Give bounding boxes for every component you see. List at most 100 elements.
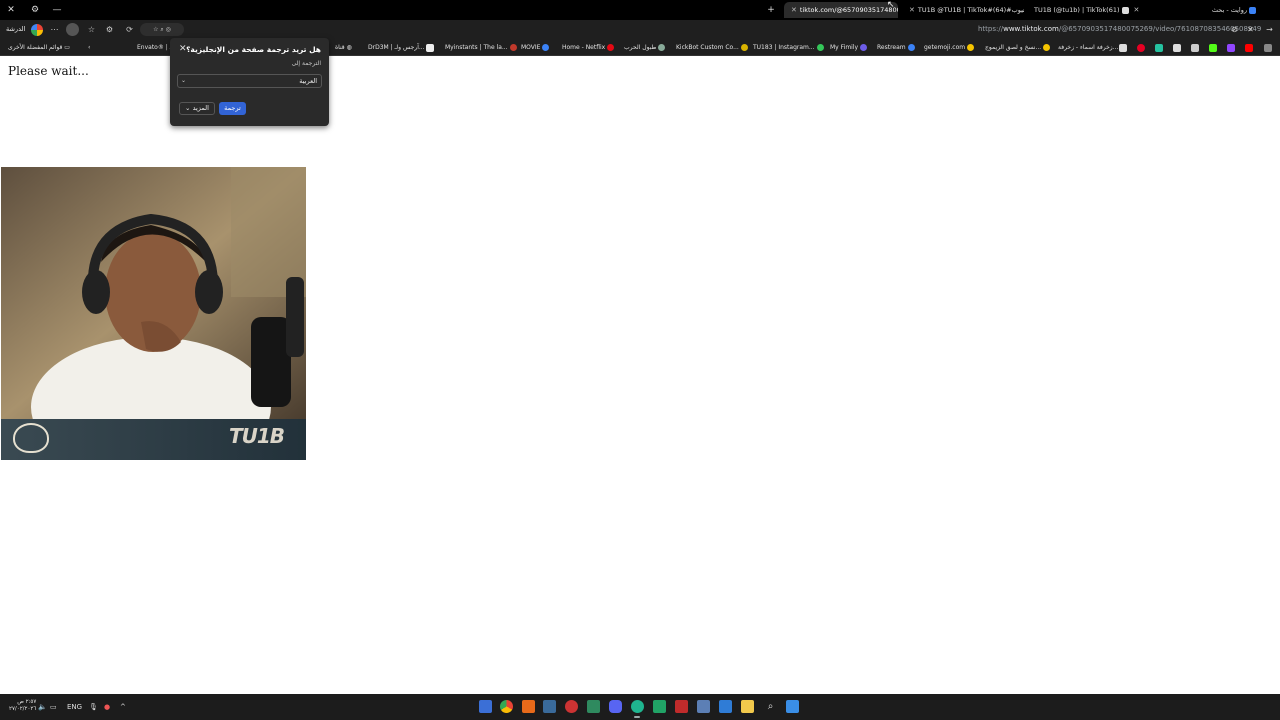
- taskbar-app-icon[interactable]: [675, 700, 688, 713]
- bookmark-getemoji[interactable]: getemoji.com: [924, 39, 976, 56]
- scroll-left-icon[interactable]: ‹: [88, 39, 90, 56]
- bookmark-envato[interactable]: Envato® | A: [137, 39, 174, 56]
- taskbar-start-icon[interactable]: [786, 700, 799, 713]
- tab-tiktok-video[interactable]: ✕tiktok.com/@6570903517480075: [784, 2, 898, 18]
- bookmark-my-family[interactable]: My Fimily: [830, 39, 869, 56]
- close-icon[interactable]: ✕: [179, 44, 187, 54]
- chevron-up-icon[interactable]: ^: [120, 694, 126, 720]
- tab-tu1b-hashtag[interactable]: ✕TU1B @TU1B | TikTok#التيوب#(64): [902, 2, 1024, 18]
- bookmark-instagram[interactable]: TU183 | Instagram...: [753, 39, 826, 56]
- close-tab-icon[interactable]: ✕: [1134, 6, 1140, 14]
- more-icon[interactable]: ⋯: [48, 23, 61, 36]
- new-tab-button[interactable]: +: [760, 0, 782, 20]
- tray-app-icon[interactable]: ●: [104, 694, 110, 720]
- translate-popup-subtitle: الترجمة إلى: [291, 60, 321, 67]
- bookmark-war-drums[interactable]: طبول الحرب: [624, 39, 667, 56]
- taskbar-app-icon[interactable]: [719, 700, 732, 713]
- tab-tu1b-profile[interactable]: TU1B (@tu1b) | TikTok(61) ✕: [1030, 2, 1148, 18]
- webcam-video[interactable]: TU1B: [1, 167, 306, 460]
- pinterest-icon[interactable]: [1137, 44, 1145, 52]
- gear-icon: ⚙: [30, 5, 40, 15]
- bookmark-name-decoration[interactable]: زخرفة اسماء - زخرفة...: [1058, 39, 1118, 56]
- bookmark-b-icon[interactable]: [1119, 44, 1127, 52]
- kick-icon[interactable]: [1209, 44, 1217, 52]
- other-favorites[interactable]: قوائم المفضلة الأخرى ▭: [8, 39, 70, 56]
- taskbar-app-icon[interactable]: [565, 700, 578, 713]
- page-content: Please wait... TU1B: [0, 57, 1280, 720]
- target-language-select[interactable]: العربية ⌄: [177, 74, 322, 88]
- translate-popup: هل تريد ترجمة صفحة من الإنجليزية؟ الترجم…: [170, 38, 329, 126]
- taskbar-excel-icon[interactable]: [653, 700, 666, 713]
- netflix-icon: [607, 44, 615, 51]
- bookmark-kickbot[interactable]: KickBot Custom Co...: [676, 39, 750, 56]
- taskbar-steam-icon[interactable]: [543, 700, 556, 713]
- taskbar-calendar-icon[interactable]: [697, 700, 710, 713]
- discord-icon: [860, 44, 868, 51]
- x-icon[interactable]: [1191, 44, 1199, 52]
- taskbar-file-explorer-icon[interactable]: [741, 700, 754, 713]
- forward-icon[interactable]: →: [1263, 23, 1276, 36]
- translate-button[interactable]: ترجمة: [219, 102, 246, 115]
- emoji-icon: [1043, 44, 1051, 51]
- more-options-button[interactable]: المزيد ⌄: [179, 102, 215, 115]
- url-domain: www.tiktok.com: [1003, 25, 1059, 33]
- taskbar-clock[interactable]: ٢:٥٧ ص ٢٧/٠٢/٢٠٢٦: [9, 699, 36, 713]
- youtube-icon[interactable]: [1245, 44, 1253, 52]
- plus-icon: +: [767, 5, 775, 15]
- bookmark-myinstants[interactable]: Myinstants | The la...: [445, 39, 519, 56]
- taskbar-xbox-icon[interactable]: [587, 700, 600, 713]
- close-tab-icon[interactable]: ✕: [791, 6, 797, 14]
- channel-brand: TU1B: [228, 424, 285, 448]
- profile-avatar[interactable]: [31, 24, 43, 36]
- refresh-icon[interactable]: ⟳: [123, 23, 136, 36]
- webcam-scene: [1, 167, 306, 460]
- taskbar: ٢:٥٧ ص ٢٧/٠٢/٢٠٢٦ 🔈 ▭ ENG 🎙 ● ^ ⌕: [0, 694, 1280, 720]
- target-language-value: العربية: [299, 77, 317, 85]
- favorites-icon[interactable]: ☆: [85, 23, 98, 36]
- minimize-window-button[interactable]: —: [46, 0, 68, 20]
- shield-icon: [542, 44, 550, 51]
- emoji-icon: [967, 44, 975, 51]
- chevron-down-icon: ⌄: [185, 104, 191, 112]
- address-bar-actions[interactable]: ☆ ⌕ ◎: [140, 23, 184, 36]
- volume-icon[interactable]: 🔈: [38, 694, 47, 720]
- bookmark-drd3m[interactable]: DrD3M | آرجس ولـ...: [368, 39, 425, 56]
- settings-button[interactable]: ⚙: [24, 0, 46, 20]
- taskbar-app-vscode-icon[interactable]: [479, 700, 492, 713]
- taskbar-search-icon[interactable]: ⌕: [764, 700, 777, 713]
- close-tab-icon[interactable]: ✕: [909, 6, 915, 14]
- tab-search[interactable]: روايت - بحث: [1200, 2, 1262, 18]
- tiktok-icon[interactable]: [1173, 44, 1181, 52]
- instagram-icon: [816, 44, 824, 51]
- browser-toolbar: الدرشة ⋯ ☆ ⚙ ⟳ ☆ ⌕ ◎ https://www.tiktok.…: [0, 20, 1280, 39]
- network-icon[interactable]: ▭: [50, 694, 57, 720]
- translate-popup-title: هل تريد ترجمة صفحة من الإنجليزية؟: [186, 45, 321, 54]
- close-window-button[interactable]: ✕: [0, 0, 22, 20]
- bookmark-netflix[interactable]: Home - Netflix: [562, 39, 616, 56]
- bookmark-icon: [658, 44, 666, 51]
- bookmark-restream[interactable]: Restream: [877, 39, 917, 56]
- extension-avatar-icon[interactable]: [66, 23, 79, 36]
- mouse-cursor-icon: ↖: [887, 0, 895, 10]
- bookmark-copy-emoji[interactable]: نسخ و لصق الزيموج...: [985, 39, 1052, 56]
- microphone-icon[interactable]: 🎙: [89, 694, 98, 720]
- streamer-illustration: [1, 167, 306, 460]
- extensions-icon[interactable]: ⚙: [103, 23, 116, 36]
- stop-loading-icon[interactable]: ✕: [1244, 23, 1257, 36]
- url-prefix: https://: [978, 25, 1004, 33]
- channel-logo-icon: [13, 423, 49, 453]
- tab-title: روايت - بحث: [1211, 6, 1247, 14]
- twitch-icon[interactable]: [1227, 44, 1235, 52]
- taskbar-discord-icon[interactable]: [609, 700, 622, 713]
- bookmark-app-icon[interactable]: [1155, 44, 1163, 52]
- taskbar-app-icon[interactable]: [522, 700, 535, 713]
- bookmark-channel[interactable]: قناة ◍: [335, 39, 352, 56]
- bookmark-d-icon: [426, 44, 434, 52]
- taskbar-edge-icon[interactable]: [631, 700, 644, 713]
- bookmark-extra-icon[interactable]: [1264, 44, 1272, 52]
- input-language[interactable]: ENG: [67, 694, 82, 720]
- bookmark-movie[interactable]: MOVIE: [521, 39, 551, 56]
- search-icon: [1249, 6, 1256, 14]
- address-bar[interactable]: https://www.tiktok.com/@6570903517480075…: [978, 20, 1261, 39]
- taskbar-chrome-icon[interactable]: [500, 700, 513, 713]
